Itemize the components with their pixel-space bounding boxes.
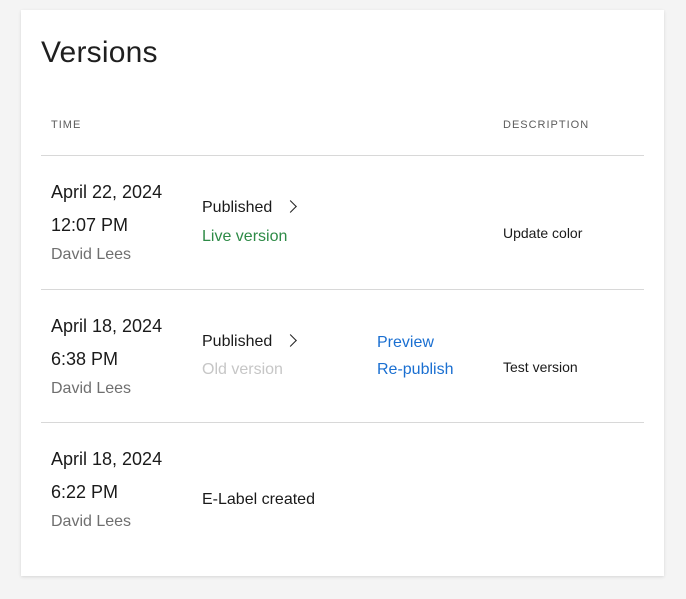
version-status: Published (202, 333, 298, 351)
version-author: David Lees (51, 380, 132, 397)
version-date: April 22, 2024 (51, 182, 163, 202)
table-row: April 18, 2024 6:38 PM David Lees Publis… (41, 289, 644, 422)
version-time: 12:07 PM (51, 215, 129, 235)
version-description: Update color (503, 225, 583, 241)
column-header-time: TIME (51, 119, 82, 131)
old-version-label: Old version (202, 361, 283, 378)
version-time: 6:38 PM (51, 349, 119, 369)
version-status: E-Label created (202, 491, 315, 509)
version-date: April 18, 2024 (51, 316, 163, 336)
table-row: April 18, 2024 6:22 PM David Lees E-Labe… (41, 422, 644, 555)
versions-card: Versions TIME DESCRIPTION April 22, 2024… (21, 10, 664, 576)
version-time: 6:22 PM (51, 482, 119, 502)
status-label: Published (202, 333, 273, 350)
live-version-badge: Live version (202, 228, 288, 245)
column-header-description: DESCRIPTION (503, 119, 590, 131)
version-author: David Lees (51, 246, 132, 263)
version-description: Test version (503, 359, 578, 375)
page-title: Versions (41, 36, 158, 69)
version-author: David Lees (51, 513, 132, 530)
republish-link[interactable]: Re-publish (377, 361, 453, 379)
chevron-right-icon[interactable] (284, 199, 298, 213)
version-date: April 18, 2024 (51, 449, 163, 469)
status-label: E-Label created (202, 491, 315, 508)
preview-link[interactable]: Preview (377, 334, 434, 352)
status-label: Published (202, 199, 273, 216)
table-row: April 22, 2024 12:07 PM David Lees Publi… (41, 155, 644, 289)
version-status: Published (202, 199, 298, 217)
chevron-right-icon[interactable] (284, 333, 298, 347)
